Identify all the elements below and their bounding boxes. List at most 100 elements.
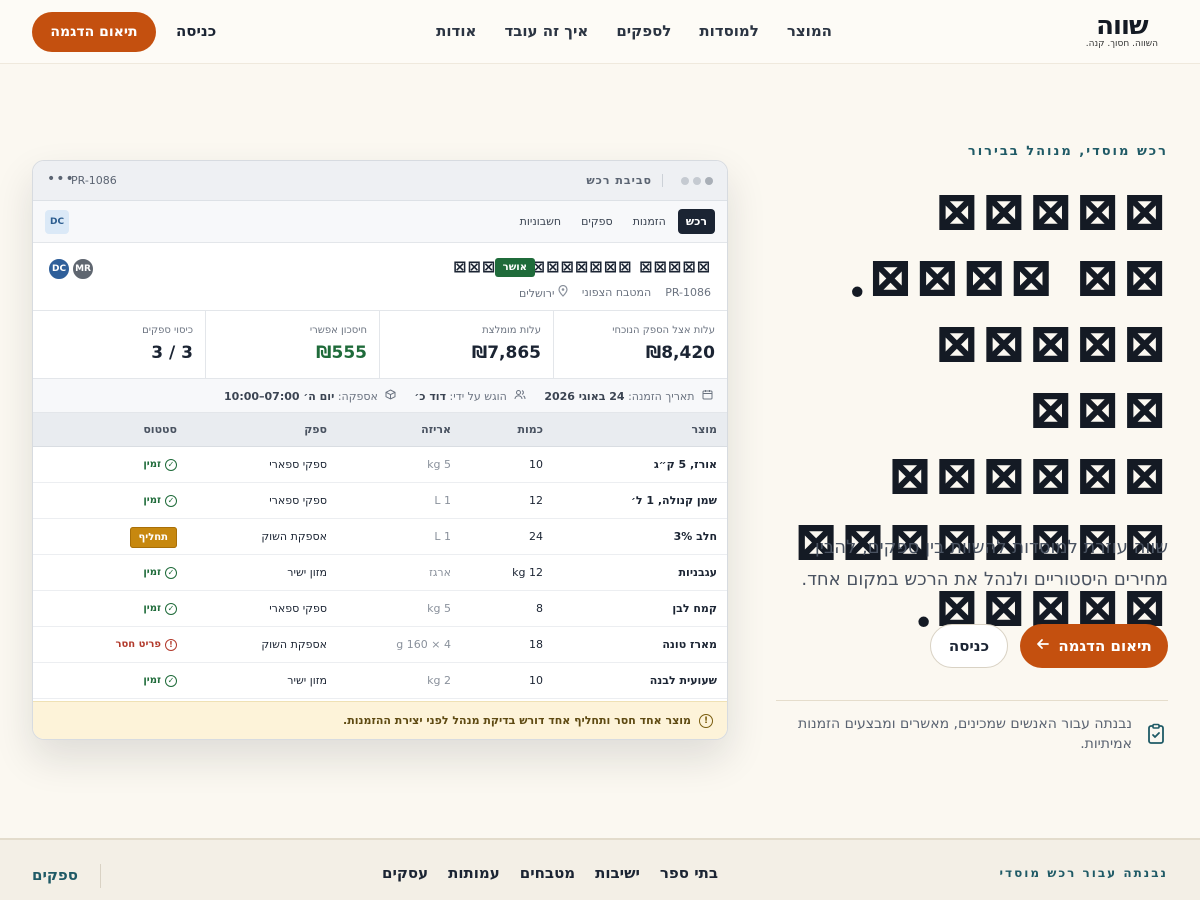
cell-package: ארגז <box>337 554 461 591</box>
table-row[interactable]: מארז טונה 18 4 × 160 g אספקת השוק! פריט חסר <box>33 626 727 663</box>
hero-note: נבנתה עבור האנשים שמכינים, מאשרים ומבצעי… <box>788 714 1168 754</box>
cell-status: ✓ זמין <box>33 662 187 699</box>
tab-invoices[interactable]: חשבוניות <box>512 209 569 234</box>
cell-supplier: ספקי ספארי <box>187 590 337 627</box>
order-meta: PR-1086 המטבח הצפוני ירושלים <box>519 284 711 300</box>
col-package[interactable]: אריזה <box>337 413 461 447</box>
substitute-button[interactable]: תחליף <box>129 526 177 548</box>
footer-separator <box>100 864 101 888</box>
footer-link-schools[interactable]: בתי ספר <box>660 864 718 882</box>
col-supplier[interactable]: ספק <box>187 413 337 447</box>
user-avatar[interactable]: DC <box>45 210 69 234</box>
nav-demo-button[interactable]: תיאום הדגמה <box>32 12 156 52</box>
status-label: זמין <box>143 459 161 471</box>
cell-product: קמח לבן <box>553 590 727 627</box>
warning-banner: ! מוצר אחד חסר ותחליף אחד דורש בדיקת מנה… <box>33 701 727 739</box>
table-row[interactable]: חלב 3% 24 1 L אספקת השוק תחליף <box>33 518 727 555</box>
order-location: ירושלים <box>519 284 568 300</box>
cell-status: ✓ זמין <box>33 446 187 483</box>
status-available: ✓ זמין <box>143 602 177 615</box>
table-row[interactable]: אורז, 5 ק״ג 10 5 kg ספקי ספארי ✓ זמין <box>33 446 727 483</box>
menu-item-product[interactable]: המוצר <box>787 22 832 40</box>
footer-link-businesses[interactable]: עסקים <box>382 864 428 882</box>
table-row[interactable]: שעועית לבנה 10 2 kg מזון ישיר ✓ זמין <box>33 662 727 699</box>
window-title: סביבת רכש <box>586 174 663 187</box>
menu-item-institutions[interactable]: למוסדות <box>699 22 759 40</box>
table-row[interactable]: שמן קנולה, 1 ל׳ 12 1 L ספקי ספארי ✓ זמין <box>33 482 727 519</box>
check-circle-icon: ✓ <box>165 566 177 579</box>
cell-supplier: ספקי ספארי <box>187 446 337 483</box>
table-body: אורז, 5 ק״ג 10 5 kg ספקי ספארי ✓ זמין שמן קנול… <box>33 446 727 699</box>
main-menu: המוצר למוסדות לספקים איך זה עובד אודות <box>436 22 832 40</box>
clipboard-check-icon <box>1144 722 1168 746</box>
window-controls <box>681 177 713 185</box>
cell-package: 1 L <box>337 518 461 555</box>
cell-status: ✓ זמין <box>33 590 187 627</box>
cell-quantity: 12 kg <box>461 554 553 591</box>
table-row[interactable]: עגבניות 12 kg ארגז מזון ישיר ✓ זמין <box>33 554 727 591</box>
footer-link-nonprofits[interactable]: עמותות <box>448 864 500 882</box>
footer-links: בתי ספר ישיבות מטבחים עמותות עסקים <box>382 864 718 882</box>
cell-status: ! פריט חסר <box>33 626 187 663</box>
cell-supplier: מזון ישיר <box>187 554 337 591</box>
footer-suppliers-link[interactable]: ספקים <box>32 866 78 884</box>
nav-login-link[interactable]: כניסה <box>176 22 216 40</box>
footer-built-for: נבנתה עבור רכש מוסדי <box>999 866 1168 880</box>
check-circle-icon: ✓ <box>165 494 177 507</box>
hero-eyebrow: רכש מוסדי, מנוהל בבירור <box>967 144 1168 159</box>
cell-quantity: 12 <box>461 482 553 519</box>
menu-item-suppliers[interactable]: לספקים <box>616 22 671 40</box>
cell-package: 5 kg <box>337 590 461 627</box>
cell-product: אורז, 5 ק״ג <box>553 446 727 483</box>
table-row[interactable]: קמח לבן 8 5 kg ספקי ספארי ✓ זמין <box>33 590 727 627</box>
cell-status: ✓ זמין <box>33 554 187 591</box>
tab-procurement[interactable]: רכש <box>677 209 715 234</box>
stat-value: ₪7,865 <box>471 343 541 363</box>
footer: נבנתה עבור רכש מוסדי בתי ספר ישיבות מטבח… <box>0 838 1200 900</box>
status-label: זמין <box>143 567 161 579</box>
cell-quantity: 8 <box>461 590 553 627</box>
stats-row: עלות אצל הספק הנוכחי ₪8,420 עלות מומלצת … <box>33 311 727 379</box>
more-dots-icon[interactable]: ••• <box>47 171 75 187</box>
order-title: ⊠⊠⊠⊠⊠ ⊠⊠⊠⊠⊠⊠⊠ ⊠⊠⊠⊠⊠ <box>452 257 711 276</box>
avatar-dc[interactable]: DC <box>47 257 71 281</box>
window-titlebar: סביבת רכש PR-1086 ••• <box>33 161 727 201</box>
check-circle-icon: ✓ <box>165 458 177 471</box>
logo-wordmark: שווה <box>1096 11 1148 41</box>
hero-demo-button[interactable]: תיאום הדגמה <box>1020 624 1168 668</box>
menu-item-about[interactable]: אודות <box>436 22 476 40</box>
hero-login-button[interactable]: כניסה <box>930 624 1008 668</box>
check-circle-icon: ✓ <box>165 674 177 687</box>
status-available: ✓ זמין <box>143 458 177 471</box>
logo[interactable]: שווה השווה. חסוך. קנה. <box>1086 11 1158 49</box>
stat-potential-savings: חיסכון אפשרי ₪555 <box>205 311 379 378</box>
footer-link-yeshivas[interactable]: ישיבות <box>595 864 640 882</box>
cell-supplier: אספקת השוק <box>187 626 337 663</box>
col-product[interactable]: מוצר <box>553 413 727 447</box>
top-navigation: שווה השווה. חסוך. קנה. המוצר למוסדות לספ… <box>0 0 1200 64</box>
menu-item-how-it-works[interactable]: איך זה עובד <box>504 22 588 40</box>
cell-status: ✓ זמין <box>33 482 187 519</box>
cell-product: שעועית לבנה <box>553 662 727 699</box>
status-available: ✓ זמין <box>143 674 177 687</box>
table-header-row: מוצר כמות אריזה ספק סטטוס <box>33 413 727 447</box>
stat-label: חיסכון אפשרי <box>309 325 367 336</box>
tab-suppliers[interactable]: ספקים <box>573 209 621 234</box>
hero-divider <box>776 700 1168 701</box>
arrow-left-icon <box>1036 637 1050 655</box>
status-label: פריט חסר <box>115 639 161 651</box>
info-by-label: הוגש על ידי: <box>449 389 507 403</box>
tab-orders[interactable]: הזמנות <box>625 209 674 234</box>
map-pin-icon <box>554 284 568 300</box>
status-available: ✓ זמין <box>143 566 177 579</box>
status-label: זמין <box>143 675 161 687</box>
stat-value: 3 / 3 <box>151 343 193 363</box>
col-quantity[interactable]: כמות <box>461 413 553 447</box>
avatar-mr[interactable]: MR <box>71 257 95 281</box>
info-supply-value: יום ה׳ 07:00–10:00 <box>224 389 335 403</box>
warning-text: מוצר אחד חסר ותחליף אחד דורש בדיקת מנהל … <box>343 714 691 727</box>
stat-supplier-coverage: כיסוי ספקים 3 / 3 <box>33 311 205 378</box>
col-status[interactable]: סטטוס <box>33 413 187 447</box>
status-label: זמין <box>143 495 161 507</box>
footer-link-kitchens[interactable]: מטבחים <box>520 864 575 882</box>
